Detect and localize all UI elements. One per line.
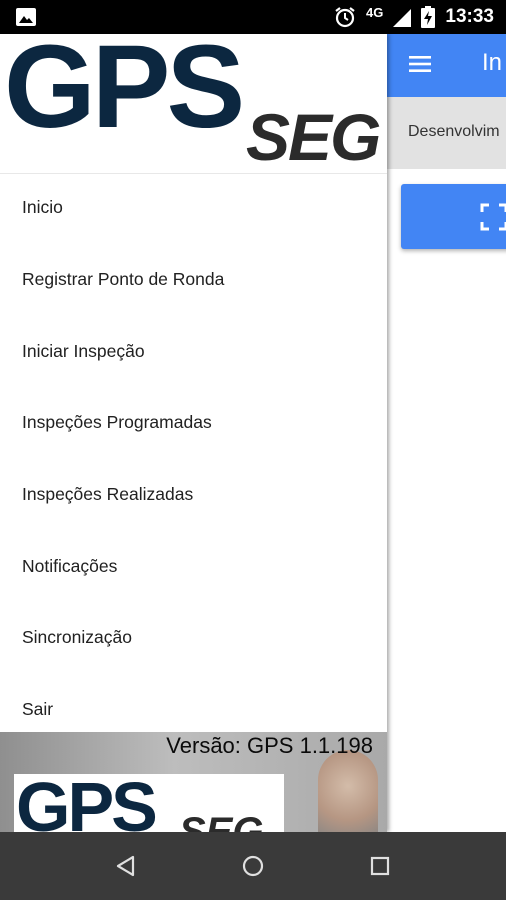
alarm-icon	[335, 7, 355, 28]
system-navigation-bar	[0, 832, 506, 900]
footer-photo	[318, 750, 378, 832]
footer-logo-seg-text: SEG	[179, 810, 264, 832]
hamburger-menu-icon[interactable]	[409, 55, 431, 73]
drawer-menu: Inicio Registrar Ponto de Ronda Iniciar …	[0, 172, 387, 746]
home-icon[interactable]	[241, 854, 265, 878]
menu-item-notificacoes[interactable]: Notificações	[0, 530, 387, 602]
menu-item-inspecoes-realizadas[interactable]: Inspeções Realizadas	[0, 459, 387, 531]
menu-item-iniciar-inspecao[interactable]: Iniciar Inspeção	[0, 315, 387, 387]
clock: 13:33	[445, 6, 494, 27]
version-label: Versão: GPS 1.1.198	[166, 733, 373, 758]
drawer-header: GPS SEG	[0, 34, 387, 174]
logo-seg-text: SEG	[246, 100, 381, 174]
scan-button[interactable]	[401, 184, 506, 249]
back-icon[interactable]	[114, 854, 138, 878]
drawer-footer: Versão: GPS 1.1.198 GPS SEG	[0, 732, 387, 832]
network-type-label: 4G	[366, 4, 384, 20]
scan-icon	[480, 203, 506, 231]
battery-charging-icon	[421, 6, 436, 28]
footer-logo: GPS SEG	[14, 774, 284, 832]
menu-item-inicio[interactable]: Inicio	[0, 172, 387, 244]
subtitle-text: Desenvolvim	[408, 123, 500, 140]
status-bar: 4G 13:33	[0, 0, 506, 34]
menu-item-sincronizacao[interactable]: Sincronização	[0, 602, 387, 674]
signal-icon	[393, 9, 412, 27]
page-title: In	[482, 49, 503, 76]
logo-gps-text: GPS	[4, 34, 245, 153]
navigation-drawer: GPS SEG Inicio Registrar Ponto de Ronda …	[0, 34, 387, 832]
image-notification-icon	[16, 8, 36, 26]
menu-item-registrar-ponto-de-ronda[interactable]: Registrar Ponto de Ronda	[0, 244, 387, 316]
recents-icon[interactable]	[368, 854, 392, 878]
footer-logo-gps-text: GPS	[16, 774, 158, 832]
menu-item-inspecoes-programadas[interactable]: Inspeções Programadas	[0, 387, 387, 459]
